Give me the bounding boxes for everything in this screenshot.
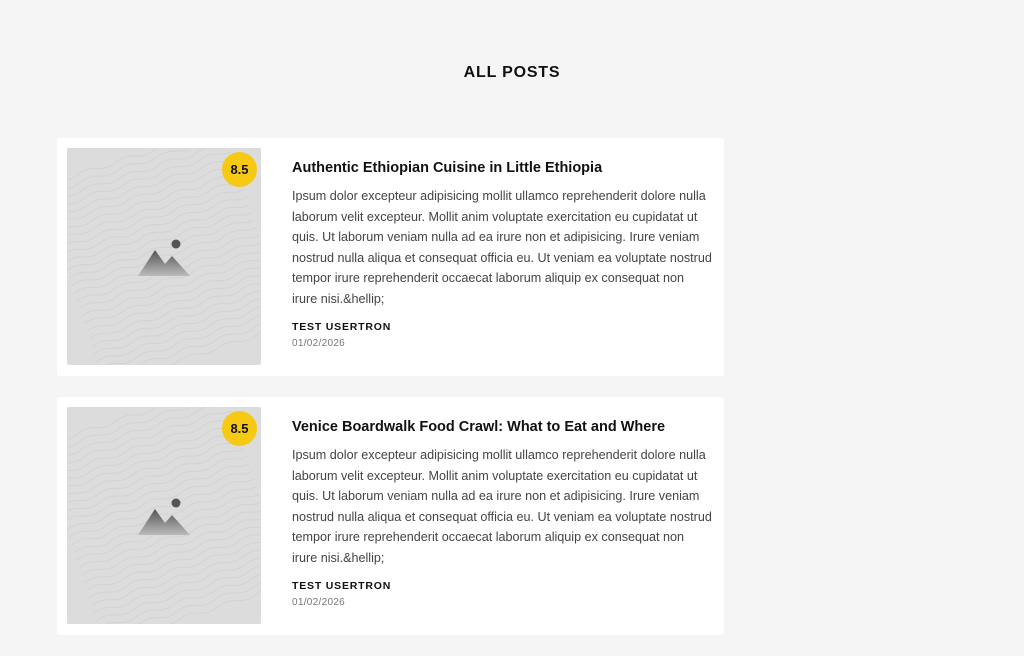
post-excerpt: Ipsum dolor excepteur adipisicing mollit…	[292, 189, 712, 306]
post-excerpt: Ipsum dolor excepteur adipisicing mollit…	[292, 448, 712, 565]
post-date: 01/02/2026	[292, 337, 346, 349]
post-body: Venice Boardwalk Food Crawl: What to Eat…	[261, 407, 714, 625]
post-author: TEST USERTRON	[292, 579, 392, 592]
page-title: ALL POSTS	[463, 64, 561, 81]
rating-badge: 8.5	[222, 152, 257, 187]
post-title-link[interactable]: Authentic Ethiopian Cuisine in Little Et…	[292, 159, 714, 177]
post-thumbnail[interactable]: 8.5	[67, 407, 261, 624]
post-body: Authentic Ethiopian Cuisine in Little Et…	[261, 148, 714, 366]
post-list: 8.5 Authentic Ethiopian Cuisine in Littl…	[57, 138, 724, 656]
rating-badge: 8.5	[222, 411, 257, 446]
post-card[interactable]: 8.5 Venice Boardwalk Food Crawl: What to…	[57, 397, 724, 635]
post-thumbnail[interactable]: 8.5	[67, 148, 261, 365]
image-placeholder-icon	[138, 239, 190, 276]
image-placeholder-icon	[138, 498, 190, 535]
post-title-link[interactable]: Venice Boardwalk Food Crawl: What to Eat…	[292, 418, 714, 436]
post-date: 01/02/2026	[292, 596, 346, 608]
post-author: TEST USERTRON	[292, 320, 392, 333]
post-card[interactable]: 8.5 Authentic Ethiopian Cuisine in Littl…	[57, 138, 724, 376]
